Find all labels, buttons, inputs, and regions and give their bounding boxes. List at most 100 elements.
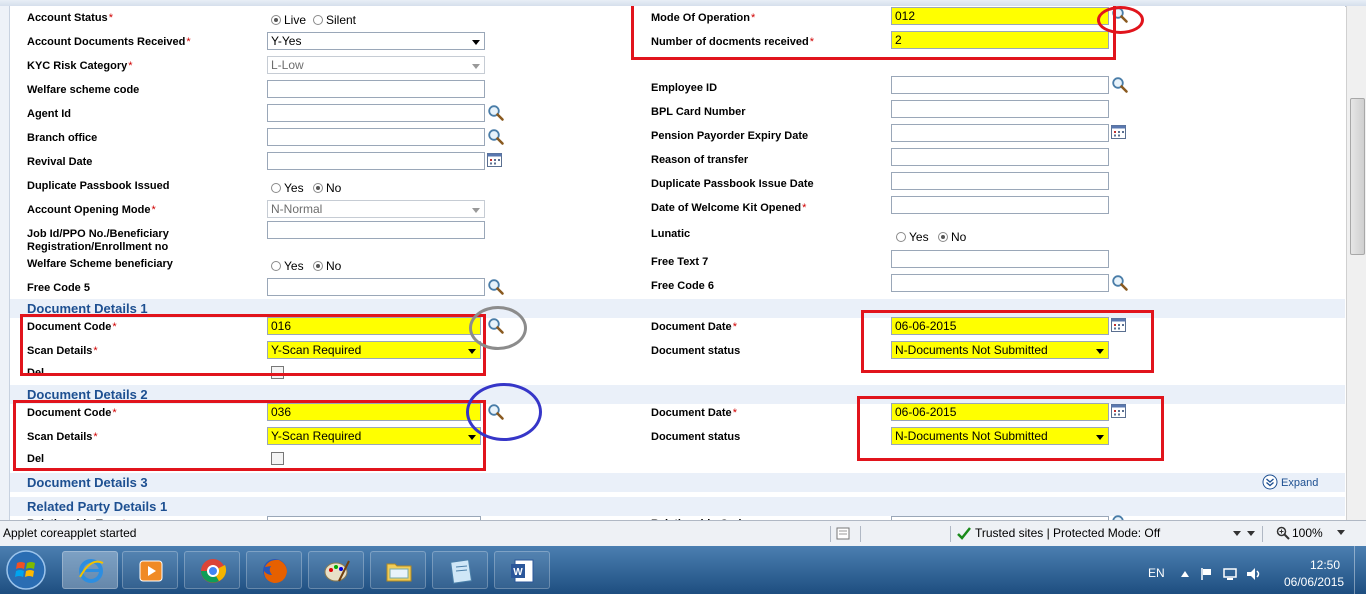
right-field-8-option-0[interactable]: Yes bbox=[896, 230, 929, 244]
search-icon[interactable] bbox=[487, 278, 505, 296]
taskbar-word-button[interactable]: W bbox=[494, 551, 550, 589]
radio-button[interactable] bbox=[313, 15, 323, 25]
radio-button[interactable] bbox=[938, 232, 948, 242]
clock-date[interactable]: 06/06/2015 bbox=[1284, 575, 1344, 589]
left-field-0-option-1[interactable]: Silent bbox=[313, 13, 356, 27]
page-icon bbox=[836, 527, 850, 540]
calendar-icon[interactable] bbox=[486, 151, 504, 169]
zoom-dropdown-icon[interactable] bbox=[1336, 529, 1346, 537]
label-left-field-6-text: Revival Date bbox=[27, 156, 93, 168]
label-left-field-3: Welfare scheme code bbox=[27, 84, 139, 97]
chevron-down-icon[interactable] bbox=[472, 40, 480, 45]
clock-time[interactable]: 12:50 bbox=[1310, 558, 1340, 572]
right-field-5[interactable] bbox=[891, 148, 1109, 166]
doc2-status-label-text: Document status bbox=[651, 431, 741, 443]
left-field-7-option-0[interactable]: Yes bbox=[271, 181, 304, 195]
zoom-level[interactable]: 100% bbox=[1292, 526, 1323, 540]
zone-dropdown-icon[interactable] bbox=[1233, 529, 1257, 539]
right-field-7[interactable] bbox=[891, 196, 1109, 214]
taskbar-ie-button[interactable] bbox=[62, 551, 118, 589]
svg-text:W: W bbox=[513, 567, 523, 578]
windows-taskbar: W EN 12:50 06/06/2015 bbox=[0, 546, 1366, 594]
right-field-3[interactable] bbox=[891, 100, 1109, 118]
search-icon[interactable] bbox=[487, 104, 505, 122]
status-message: Applet coreapplet started bbox=[3, 526, 137, 540]
vertical-scrollbar[interactable] bbox=[1346, 6, 1366, 520]
taskbar-chrome-button[interactable] bbox=[184, 551, 240, 589]
left-field-0-option-0[interactable]: Live bbox=[271, 13, 306, 27]
doc2-status-label: Document status bbox=[651, 431, 740, 444]
expand-icon[interactable] bbox=[1262, 474, 1278, 490]
taskbar-explorer-button[interactable] bbox=[370, 551, 426, 589]
label-left-field-8-text: Account Opening Mode bbox=[27, 204, 151, 216]
radio-button[interactable] bbox=[271, 261, 281, 271]
media-player-icon bbox=[139, 560, 163, 582]
radio-button[interactable] bbox=[271, 183, 281, 193]
left-field-1-value: Y-Yes bbox=[271, 34, 302, 48]
right-field-8-option-1[interactable]: No bbox=[938, 230, 966, 244]
radio-button[interactable] bbox=[313, 261, 323, 271]
action-center-flag-icon[interactable] bbox=[1200, 567, 1212, 581]
browser-status-bar: Applet coreapplet started Trusted sites … bbox=[0, 520, 1366, 546]
label-right-field-8-text: Lunatic bbox=[651, 228, 691, 240]
label-left-field-10-text: Welfare Scheme beneficiary bbox=[27, 258, 173, 270]
show-desktop-button[interactable] bbox=[1354, 546, 1366, 594]
tray-up-arrow-icon[interactable] bbox=[1180, 570, 1190, 578]
right-field-6[interactable] bbox=[891, 172, 1109, 190]
left-field-8-value: N-Normal bbox=[271, 202, 323, 216]
security-zone[interactable]: Trusted sites | Protected Mode: Off bbox=[975, 526, 1160, 540]
language-indicator[interactable]: EN bbox=[1148, 566, 1165, 580]
paint-icon bbox=[324, 560, 350, 582]
search-icon[interactable] bbox=[1111, 274, 1129, 292]
label-left-field-2: KYC Risk Category* bbox=[27, 60, 133, 73]
label-left-field-10: Welfare Scheme beneficiary bbox=[27, 258, 173, 271]
required-asterisk: * bbox=[151, 204, 156, 216]
taskbar-notes-button[interactable] bbox=[432, 551, 488, 589]
doc3-section-header: Document Details 3 bbox=[10, 473, 1345, 492]
left-field-5[interactable] bbox=[267, 128, 485, 146]
left-field-9[interactable] bbox=[267, 221, 485, 239]
volume-icon[interactable] bbox=[1246, 567, 1262, 581]
calendar-icon[interactable] bbox=[1110, 123, 1128, 141]
search-icon[interactable] bbox=[1111, 76, 1129, 94]
required-asterisk: * bbox=[802, 202, 807, 214]
radio-label: No bbox=[951, 230, 967, 244]
taskbar-firefox-button[interactable] bbox=[246, 551, 302, 589]
right-field-9[interactable] bbox=[891, 250, 1109, 268]
left-field-1[interactable]: Y-Yes bbox=[267, 32, 485, 50]
taskbar-media-button[interactable] bbox=[122, 551, 178, 589]
label-left-field-4-text: Agent Id bbox=[27, 108, 71, 120]
doc2-date-label-text: Document Date bbox=[651, 407, 732, 419]
related-party-section-header: Related Party Details 1 bbox=[10, 497, 1345, 516]
radio-button[interactable] bbox=[313, 183, 323, 193]
left-field-10-option-0[interactable]: Yes bbox=[271, 259, 304, 273]
scrollbar-thumb[interactable] bbox=[1350, 98, 1365, 255]
left-field-3[interactable] bbox=[267, 80, 485, 98]
label-right-field-9-text: Free Text 7 bbox=[651, 256, 709, 268]
radio-button[interactable] bbox=[271, 15, 281, 25]
search-icon[interactable] bbox=[487, 128, 505, 146]
left-field-4[interactable] bbox=[267, 104, 485, 122]
radio-button[interactable] bbox=[896, 232, 906, 242]
expand-link[interactable]: Expand bbox=[1262, 474, 1318, 490]
zoom-icon[interactable] bbox=[1276, 526, 1290, 540]
left-field-6[interactable] bbox=[267, 152, 485, 170]
firefox-icon bbox=[263, 559, 287, 583]
label-left-field-4: Agent Id bbox=[27, 108, 71, 121]
left-field-7-option-1[interactable]: No bbox=[313, 181, 341, 195]
doc3-section-header-title: Document Details 3 bbox=[27, 475, 148, 490]
left-field-11[interactable] bbox=[267, 278, 485, 296]
chevron-down-icon[interactable] bbox=[472, 208, 480, 213]
left-field-10-option-1[interactable]: No bbox=[313, 259, 341, 273]
right-field-10[interactable] bbox=[891, 274, 1109, 292]
network-icon[interactable] bbox=[1222, 566, 1238, 582]
chevron-down-icon[interactable] bbox=[472, 64, 480, 69]
taskbar-paint-button[interactable] bbox=[308, 551, 364, 589]
expand-label[interactable]: Expand bbox=[1281, 477, 1318, 489]
right-field-2[interactable] bbox=[891, 76, 1109, 94]
label-left-field-7-text: Duplicate Passbook Issued bbox=[27, 180, 170, 192]
right-field-4[interactable] bbox=[891, 124, 1109, 142]
related-party-section-header-title: Related Party Details 1 bbox=[27, 499, 168, 514]
label-right-field-2-text: Employee ID bbox=[651, 82, 718, 94]
start-button-icon[interactable] bbox=[4, 549, 48, 591]
